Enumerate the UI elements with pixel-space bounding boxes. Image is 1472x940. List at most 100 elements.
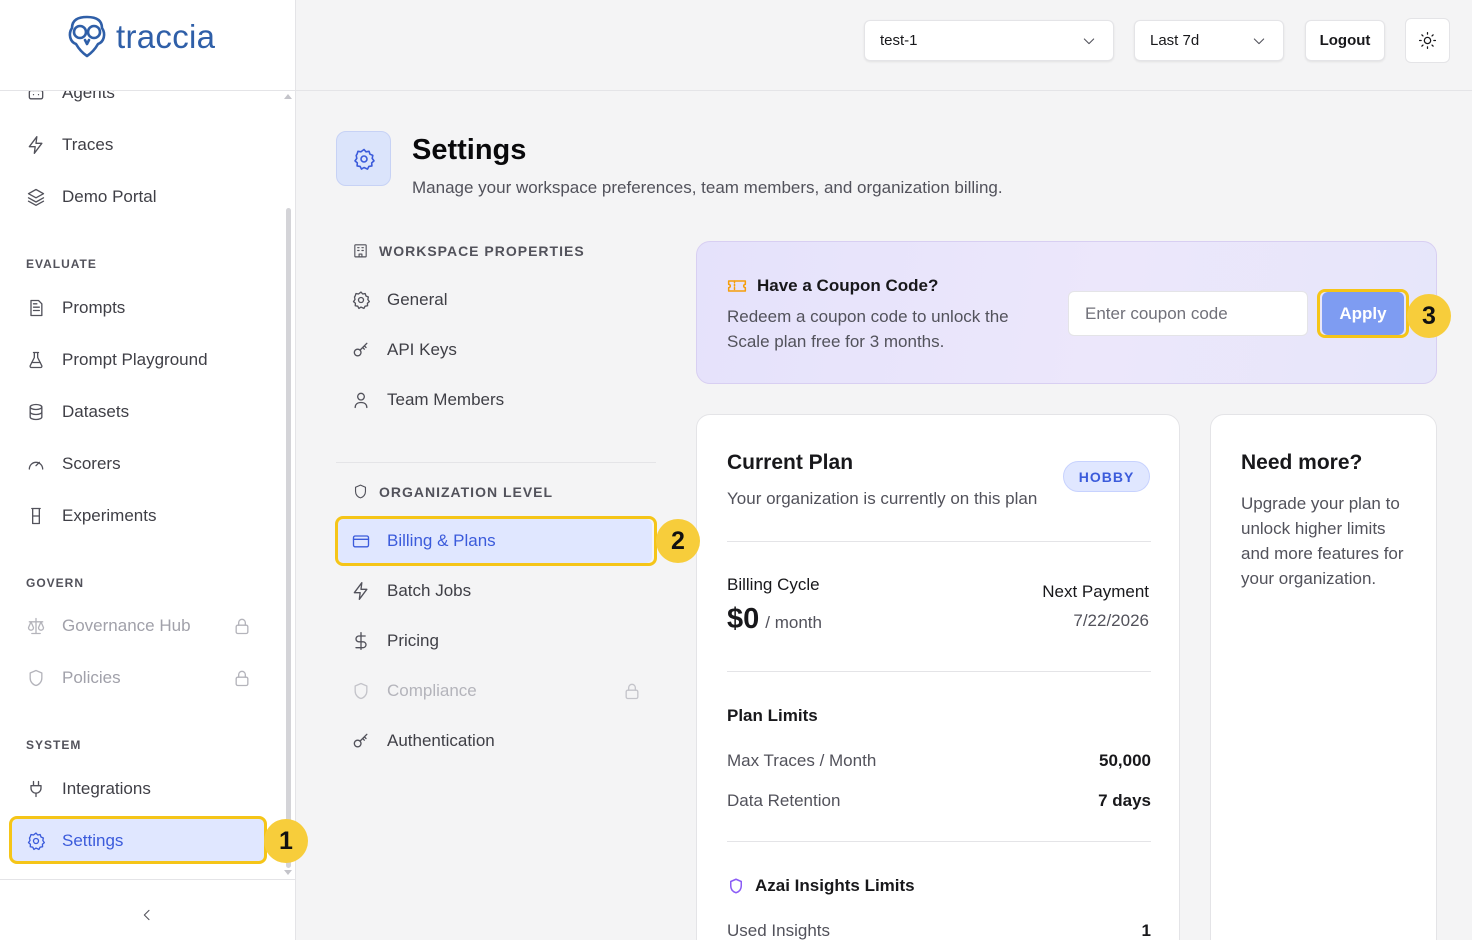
sidebar-item-label: Governance Hub (62, 616, 191, 635)
next-payment-label: Next Payment (1042, 582, 1149, 601)
coupon-code-input[interactable] (1068, 291, 1308, 336)
divider (727, 541, 1151, 542)
plan-limits-title: Plan Limits (727, 706, 818, 725)
collapse-sidebar-button[interactable] (136, 904, 158, 926)
plan-subtitle: Your organization is currently on this p… (727, 489, 1038, 508)
chevron-down-icon (1253, 38, 1265, 45)
highlight-apply-button (1317, 289, 1409, 338)
billing-cycle-label: Billing Cycle (727, 575, 820, 594)
ticket-icon (727, 280, 747, 292)
page-title: Settings (412, 134, 527, 166)
scroll-up-arrow[interactable] (284, 94, 292, 99)
logout-button[interactable]: Logout (1305, 20, 1385, 61)
insights-limits-title: Azai Insights Limits (727, 876, 915, 896)
settings-nav-label: Authentication (387, 731, 495, 750)
scroll-down-arrow[interactable] (284, 870, 292, 875)
coupon-description: Redeem a coupon code to unlock the Scale… (727, 307, 1009, 351)
settings-nav-api-keys[interactable]: API Keys (338, 328, 652, 372)
chevron-left-icon (143, 909, 150, 921)
limit-label: Max Traces / Month (727, 751, 877, 770)
gear-icon (352, 291, 370, 310)
sidebar-scrollbar[interactable] (286, 208, 291, 868)
settings-nav-label: Batch Jobs (387, 581, 472, 600)
need-more-card: Need more? Upgrade your plan to unlock h… (1210, 414, 1437, 940)
owl-logo-icon (68, 15, 106, 58)
flask-icon (29, 351, 43, 369)
database-icon (29, 403, 43, 421)
callout-badge-1: 1 (264, 819, 308, 863)
limit-value: 7 days (1098, 791, 1151, 810)
workspace-heading-text: WORKSPACE PROPERTIES (379, 242, 585, 259)
lock-icon (235, 618, 249, 635)
sidebar-item-label: Agents (62, 91, 115, 102)
sidebar-item-policies[interactable]: Policies (12, 656, 266, 700)
bolt-icon (28, 136, 43, 154)
need-more-title: Need more? (1241, 451, 1363, 474)
sidebar-item-label: Scorers (62, 454, 121, 473)
logo[interactable]: traccia (64, 14, 215, 60)
beaker-icon (31, 507, 41, 525)
sidebar-item-agents[interactable]: Agents (12, 91, 266, 115)
settings-nav-batch-jobs[interactable]: Batch Jobs (338, 569, 652, 613)
project-select[interactable]: test-1 (864, 20, 1114, 61)
sidebar-item-datasets[interactable]: Datasets (12, 390, 266, 434)
settings-nav-label: Compliance (387, 681, 477, 700)
theme-toggle-button[interactable] (1405, 18, 1450, 63)
organization-level-heading: ORGANIZATION LEVEL (352, 483, 553, 500)
gauge-icon (28, 461, 44, 470)
sidebar-item-scorers[interactable]: Scorers (12, 442, 266, 486)
org-heading-text: ORGANIZATION LEVEL (379, 483, 554, 500)
plan-title: Current Plan (727, 451, 854, 474)
need-more-description: Upgrade your plan to unlock higher limit… (1241, 494, 1404, 588)
coupon-title-text: Have a Coupon Code? (757, 276, 939, 295)
price-row: $0 / month (727, 603, 822, 636)
limit-label: Data Retention (727, 791, 841, 810)
workspace-properties-heading: WORKSPACE PROPERTIES (352, 242, 585, 259)
section-label-system: SYSTEM (26, 738, 82, 752)
sidebar-item-prompt-playground[interactable]: Prompt Playground (12, 338, 266, 382)
shield-icon (354, 682, 368, 700)
settings-nav-team-members[interactable]: Team Members (338, 378, 652, 422)
sidebar-item-experiments[interactable]: Experiments (12, 494, 266, 538)
limit-row-used-insights: Used Insights 1 (727, 921, 1151, 940)
plan-badge: HOBBY (1063, 461, 1150, 492)
settings-nav-general[interactable]: General (338, 278, 652, 322)
settings-nav-label: Team Members (387, 390, 505, 409)
section-label-evaluate: EVALUATE (26, 257, 97, 271)
time-range-value: Last 7d (1150, 32, 1200, 49)
settings-nav-label: Pricing (387, 631, 439, 650)
highlight-billing-plans (335, 516, 657, 566)
callout-badge-3: 3 (1407, 294, 1451, 338)
sidebar-nav[interactable]: Agents Traces Demo Portal EVALUATE Promp… (0, 91, 284, 879)
shield-icon (730, 878, 742, 894)
sidebar-item-label: Prompts (62, 298, 126, 317)
sidebar-item-integrations[interactable]: Integrations (12, 767, 266, 811)
settings-nav-label: General (387, 290, 448, 309)
settings-nav-pricing[interactable]: Pricing (338, 619, 652, 663)
layers-icon (27, 188, 45, 206)
sidebar-item-label: Policies (62, 668, 121, 687)
time-range-select[interactable]: Last 7d (1134, 20, 1284, 61)
sidebar-item-label: Traces (62, 135, 114, 154)
sidebar-item-governance-hub[interactable]: Governance Hub (12, 604, 266, 648)
settings-page-icon (336, 131, 391, 186)
dollar-icon (355, 632, 367, 650)
settings-nav-authentication[interactable]: Authentication (338, 719, 652, 763)
sidebar-item-label: Prompt Playground (62, 350, 208, 369)
lock-icon (625, 683, 639, 700)
sun-icon (1418, 31, 1437, 50)
insights-title-text: Azai Insights Limits (755, 876, 915, 895)
divider (0, 879, 295, 880)
user-icon (354, 392, 368, 409)
sidebar-item-demo-portal[interactable]: Demo Portal (12, 175, 266, 219)
price-period: / month (765, 613, 822, 632)
sidebar-item-traces[interactable]: Traces (12, 123, 266, 167)
price-amount: $0 (727, 603, 760, 635)
brand-name: traccia (116, 18, 216, 55)
key-icon (353, 733, 368, 748)
key-icon (353, 342, 368, 357)
sidebar-item-prompts[interactable]: Prompts (12, 286, 266, 330)
document-icon (30, 299, 43, 317)
sidebar-item-label: Experiments (62, 506, 157, 525)
settings-nav-compliance[interactable]: Compliance (338, 669, 652, 713)
